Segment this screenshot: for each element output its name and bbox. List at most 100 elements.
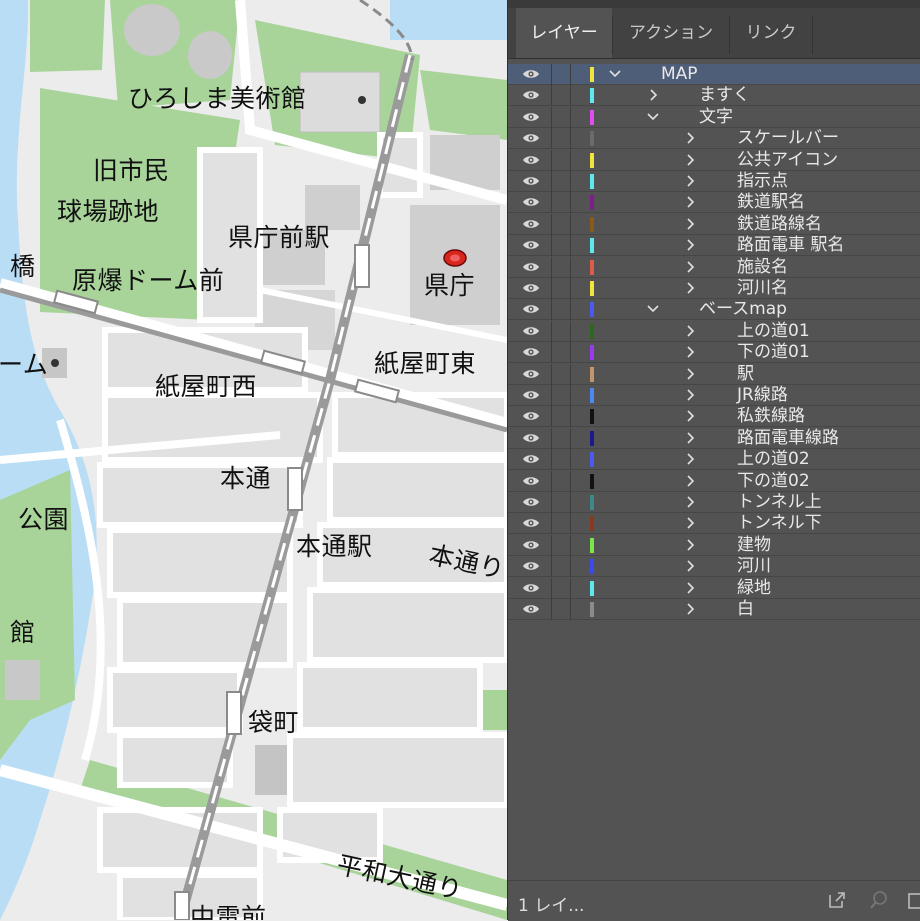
column-divider (551, 513, 552, 535)
chevron-right-icon[interactable] (683, 451, 697, 467)
chevron-right-icon[interactable] (683, 152, 697, 168)
column-divider (551, 149, 552, 171)
eye-icon[interactable] (522, 239, 540, 251)
eye-icon[interactable] (522, 560, 540, 572)
layer-row[interactable]: MAP (508, 64, 920, 85)
eye-icon[interactable] (522, 261, 540, 273)
layer-row[interactable]: 文字 (508, 106, 920, 128)
eye-icon[interactable] (522, 154, 540, 166)
eye-icon[interactable] (522, 196, 540, 208)
chevron-right-icon[interactable] (683, 173, 697, 189)
layer-row[interactable]: 駅 (508, 363, 920, 385)
chevron-right-icon[interactable] (683, 408, 697, 424)
eye-icon[interactable] (522, 368, 540, 380)
eye-icon[interactable] (522, 475, 540, 487)
layer-row[interactable]: 緑地 (508, 577, 920, 599)
layer-row[interactable]: 鉄道路線名 (508, 213, 920, 235)
layer-name: スケールバー (737, 128, 839, 149)
layer-row[interactable]: 下の道02 (508, 470, 920, 492)
layer-row[interactable]: トンネル下 (508, 513, 920, 535)
layer-row[interactable]: 上の道02 (508, 449, 920, 471)
chevron-right-icon[interactable] (683, 216, 697, 232)
eye-icon[interactable] (522, 175, 540, 187)
layer-row[interactable]: ベースmap (508, 299, 920, 321)
eye-icon[interactable] (522, 582, 540, 594)
layer-row[interactable]: 白 (508, 599, 920, 620)
chevron-right-icon[interactable] (683, 366, 697, 382)
layer-row[interactable]: 路面電車 駅名 (508, 235, 920, 257)
eye-icon[interactable] (522, 389, 540, 401)
layer-color-swatch (590, 473, 594, 489)
chevron-right-icon[interactable] (683, 515, 697, 531)
chevron-right-icon[interactable] (683, 323, 697, 339)
eye-icon[interactable] (522, 132, 540, 144)
eye-icon[interactable] (522, 282, 540, 294)
chevron-right-icon[interactable] (683, 580, 697, 596)
eye-icon[interactable] (522, 325, 540, 337)
layer-color-swatch (590, 559, 594, 575)
eye-icon[interactable] (522, 410, 540, 422)
layer-row[interactable]: スケールバー (508, 128, 920, 150)
chevron-down-icon[interactable] (608, 66, 622, 82)
layer-row[interactable]: トンネル上 (508, 492, 920, 513)
eye-icon[interactable] (522, 453, 540, 465)
chevron-down-icon[interactable] (646, 109, 660, 125)
chevron-down-icon[interactable] (646, 301, 660, 317)
chevron-right-icon[interactable] (683, 430, 697, 446)
eye-icon[interactable] (522, 346, 540, 358)
layer-row[interactable]: 公共アイコン (508, 149, 920, 171)
layer-row[interactable]: 河川 (508, 556, 920, 578)
eye-icon[interactable] (522, 432, 540, 444)
column-divider (570, 299, 571, 321)
chevron-right-icon[interactable] (683, 387, 697, 403)
green-right-low (480, 690, 507, 730)
layer-row[interactable]: 下の道01 (508, 342, 920, 364)
export-icon[interactable] (826, 889, 848, 911)
chevron-right-icon[interactable] (683, 473, 697, 489)
eye-icon[interactable] (522, 539, 540, 551)
layer-row[interactable]: 指示点 (508, 171, 920, 192)
layer-row[interactable]: JR線路 (508, 385, 920, 406)
tab-layers[interactable]: レイヤー (516, 8, 612, 58)
column-divider (551, 256, 552, 278)
eye-icon[interactable] (522, 218, 540, 230)
eye-icon[interactable] (522, 111, 540, 123)
panel-title-bar[interactable] (508, 0, 920, 8)
new-layer-icon[interactable] (906, 889, 920, 911)
eye-icon[interactable] (522, 496, 540, 508)
chevron-right-icon[interactable] (683, 494, 697, 510)
chevron-right-icon[interactable] (683, 344, 697, 360)
layer-row[interactable]: ますく (508, 85, 920, 107)
chevron-right-icon[interactable] (683, 130, 697, 146)
layer-color-swatch (590, 109, 594, 125)
eye-icon[interactable] (522, 68, 540, 80)
layer-name: 下の道02 (737, 470, 810, 491)
eye-icon[interactable] (522, 517, 540, 529)
tab-links[interactable]: リンク (730, 8, 812, 58)
eye-icon[interactable] (522, 303, 540, 315)
chevron-right-icon[interactable] (683, 558, 697, 574)
layer-color-swatch (590, 131, 594, 147)
layer-row[interactable]: 施設名 (508, 256, 920, 278)
chevron-right-icon[interactable] (683, 537, 697, 553)
chevron-right-icon[interactable] (683, 237, 697, 253)
chevron-right-icon[interactable] (683, 280, 697, 296)
chevron-right-icon[interactable] (646, 87, 660, 103)
column-divider (570, 256, 571, 278)
layer-row[interactable]: 路面電車線路 (508, 427, 920, 449)
chevron-right-icon[interactable] (683, 601, 697, 617)
layer-name: 指示点 (737, 171, 788, 191)
tab-actions[interactable]: アクション (613, 8, 729, 58)
eye-icon[interactable] (522, 89, 540, 101)
chevron-right-icon[interactable] (683, 259, 697, 275)
search-icon[interactable] (868, 889, 890, 911)
layer-row[interactable]: 建物 (508, 534, 920, 556)
eye-icon[interactable] (522, 603, 540, 615)
layer-row[interactable]: 上の道01 (508, 320, 920, 342)
map-view[interactable]: ひろしま美術館 旧市民 球場跡地 県庁前駅 県庁 橋 原爆ドーム前 ーム 紙屋町… (0, 0, 507, 920)
layer-row[interactable]: 私鉄線路 (508, 406, 920, 428)
layer-row[interactable]: 鉄道駅名 (508, 192, 920, 214)
layer-row[interactable]: 河川名 (508, 278, 920, 299)
layer-color-swatch (590, 67, 594, 82)
chevron-right-icon[interactable] (683, 194, 697, 210)
